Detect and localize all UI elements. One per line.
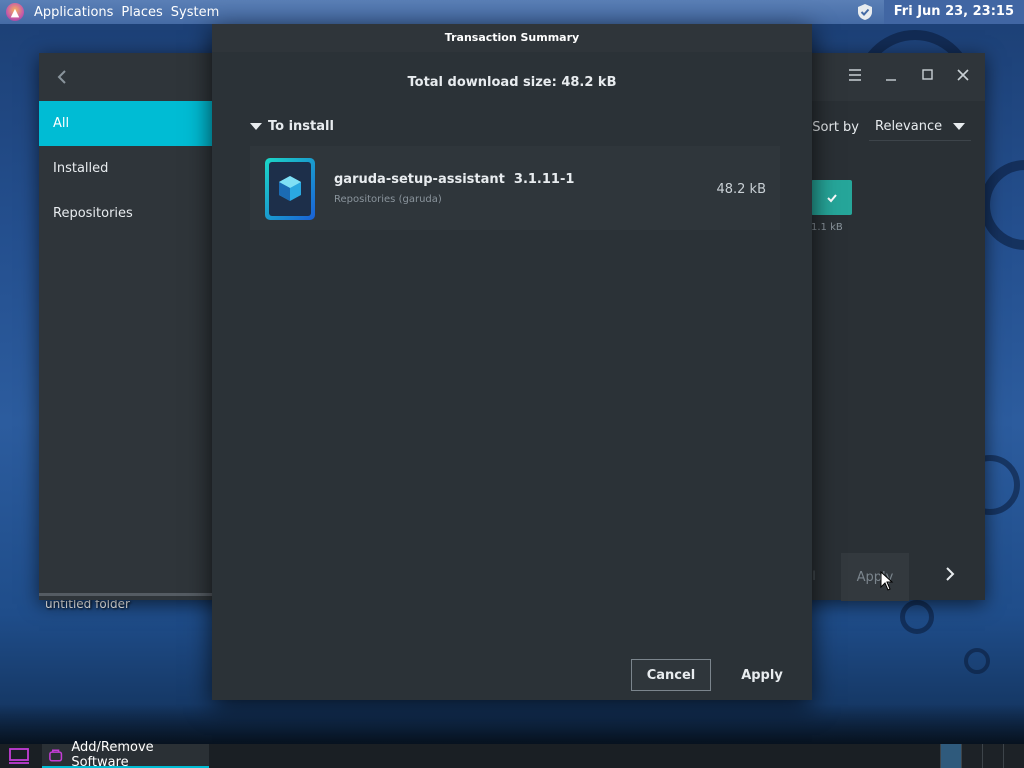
check-icon [826, 193, 837, 202]
to-install-expander[interactable]: To install [250, 119, 334, 134]
desktop-swirl [964, 648, 990, 674]
maximize-icon[interactable] [919, 67, 935, 83]
shield-icon[interactable] [856, 3, 874, 21]
package-row[interactable]: garuda-setup-assistant 3.1.11-1 Reposito… [250, 146, 780, 230]
workspace-switcher [940, 744, 1024, 768]
chevron-down-icon [953, 123, 965, 130]
desktop-swirl [900, 600, 934, 634]
apply-button[interactable]: Apply [729, 659, 795, 691]
package-name: garuda-setup-assistant 3.1.11-1 [334, 172, 574, 187]
workspace-3[interactable] [982, 744, 1003, 768]
hamburger-menu-icon[interactable] [847, 67, 863, 83]
total-download-size: Total download size: 48.2 kB [407, 75, 617, 90]
desktop-swirl [980, 160, 1024, 250]
next-icon[interactable] [942, 566, 958, 587]
workspace-4[interactable] [1003, 744, 1024, 768]
sidebar-scrollbar[interactable] [39, 593, 212, 596]
desktop-grass [0, 704, 1024, 744]
package-name-text: garuda-setup-assistant [334, 172, 505, 187]
workspace-2[interactable] [961, 744, 982, 768]
transaction-summary-dialog: Transaction Summary Total download size:… [212, 24, 812, 700]
dialog-title: Transaction Summary [212, 24, 812, 52]
menu-places[interactable]: Places [117, 5, 166, 20]
sort-control: Sort by Relevance [812, 113, 971, 141]
sort-value: Relevance [875, 119, 943, 134]
menu-system[interactable]: System [167, 5, 223, 20]
sidebar-item-repositories[interactable]: Repositories [39, 191, 212, 236]
apply-button-behind[interactable]: Apply [841, 553, 909, 601]
top-panel: ▲ Applications Places System Fri Jun 23,… [0, 0, 1024, 24]
taskbar-item-label: Add/Remove Software [71, 740, 154, 768]
software-bag-icon [49, 749, 63, 762]
garuda-logo-icon[interactable]: ▲ [6, 3, 24, 21]
mouse-cursor-icon [880, 571, 894, 591]
back-icon[interactable] [53, 67, 73, 87]
show-desktop-icon[interactable] [0, 744, 38, 768]
taskbar-item-add-remove-software[interactable]: Add/Remove Software [42, 740, 209, 768]
workspace-1[interactable] [940, 744, 961, 768]
sidebar: All Installed Repositories [39, 101, 212, 600]
sidebar-item-installed[interactable]: Installed [39, 146, 212, 191]
expand-triangle-icon [250, 123, 262, 130]
clock[interactable]: Fri Jun 23, 23:15 [883, 0, 1024, 24]
minimize-icon[interactable] [883, 67, 899, 83]
bottom-taskbar: Add/Remove Software [0, 740, 1024, 768]
menu-applications[interactable]: Applications [30, 5, 117, 20]
installed-check-button[interactable] [811, 180, 852, 215]
sidebar-item-all[interactable]: All [39, 101, 212, 146]
cancel-button[interactable]: Cancel [631, 659, 711, 691]
package-size: 48.2 kB [716, 182, 766, 197]
sort-dropdown[interactable]: Relevance [869, 113, 971, 141]
package-icon [265, 158, 315, 220]
close-icon[interactable] [955, 67, 971, 83]
window-controls [847, 67, 971, 83]
sort-label: Sort by [812, 119, 859, 135]
behind-package-size: 1.1 kB [811, 222, 843, 233]
to-install-label: To install [268, 119, 334, 134]
package-repo: Repositories (garuda) [334, 194, 442, 205]
package-version: 3.1.11-1 [513, 172, 575, 187]
